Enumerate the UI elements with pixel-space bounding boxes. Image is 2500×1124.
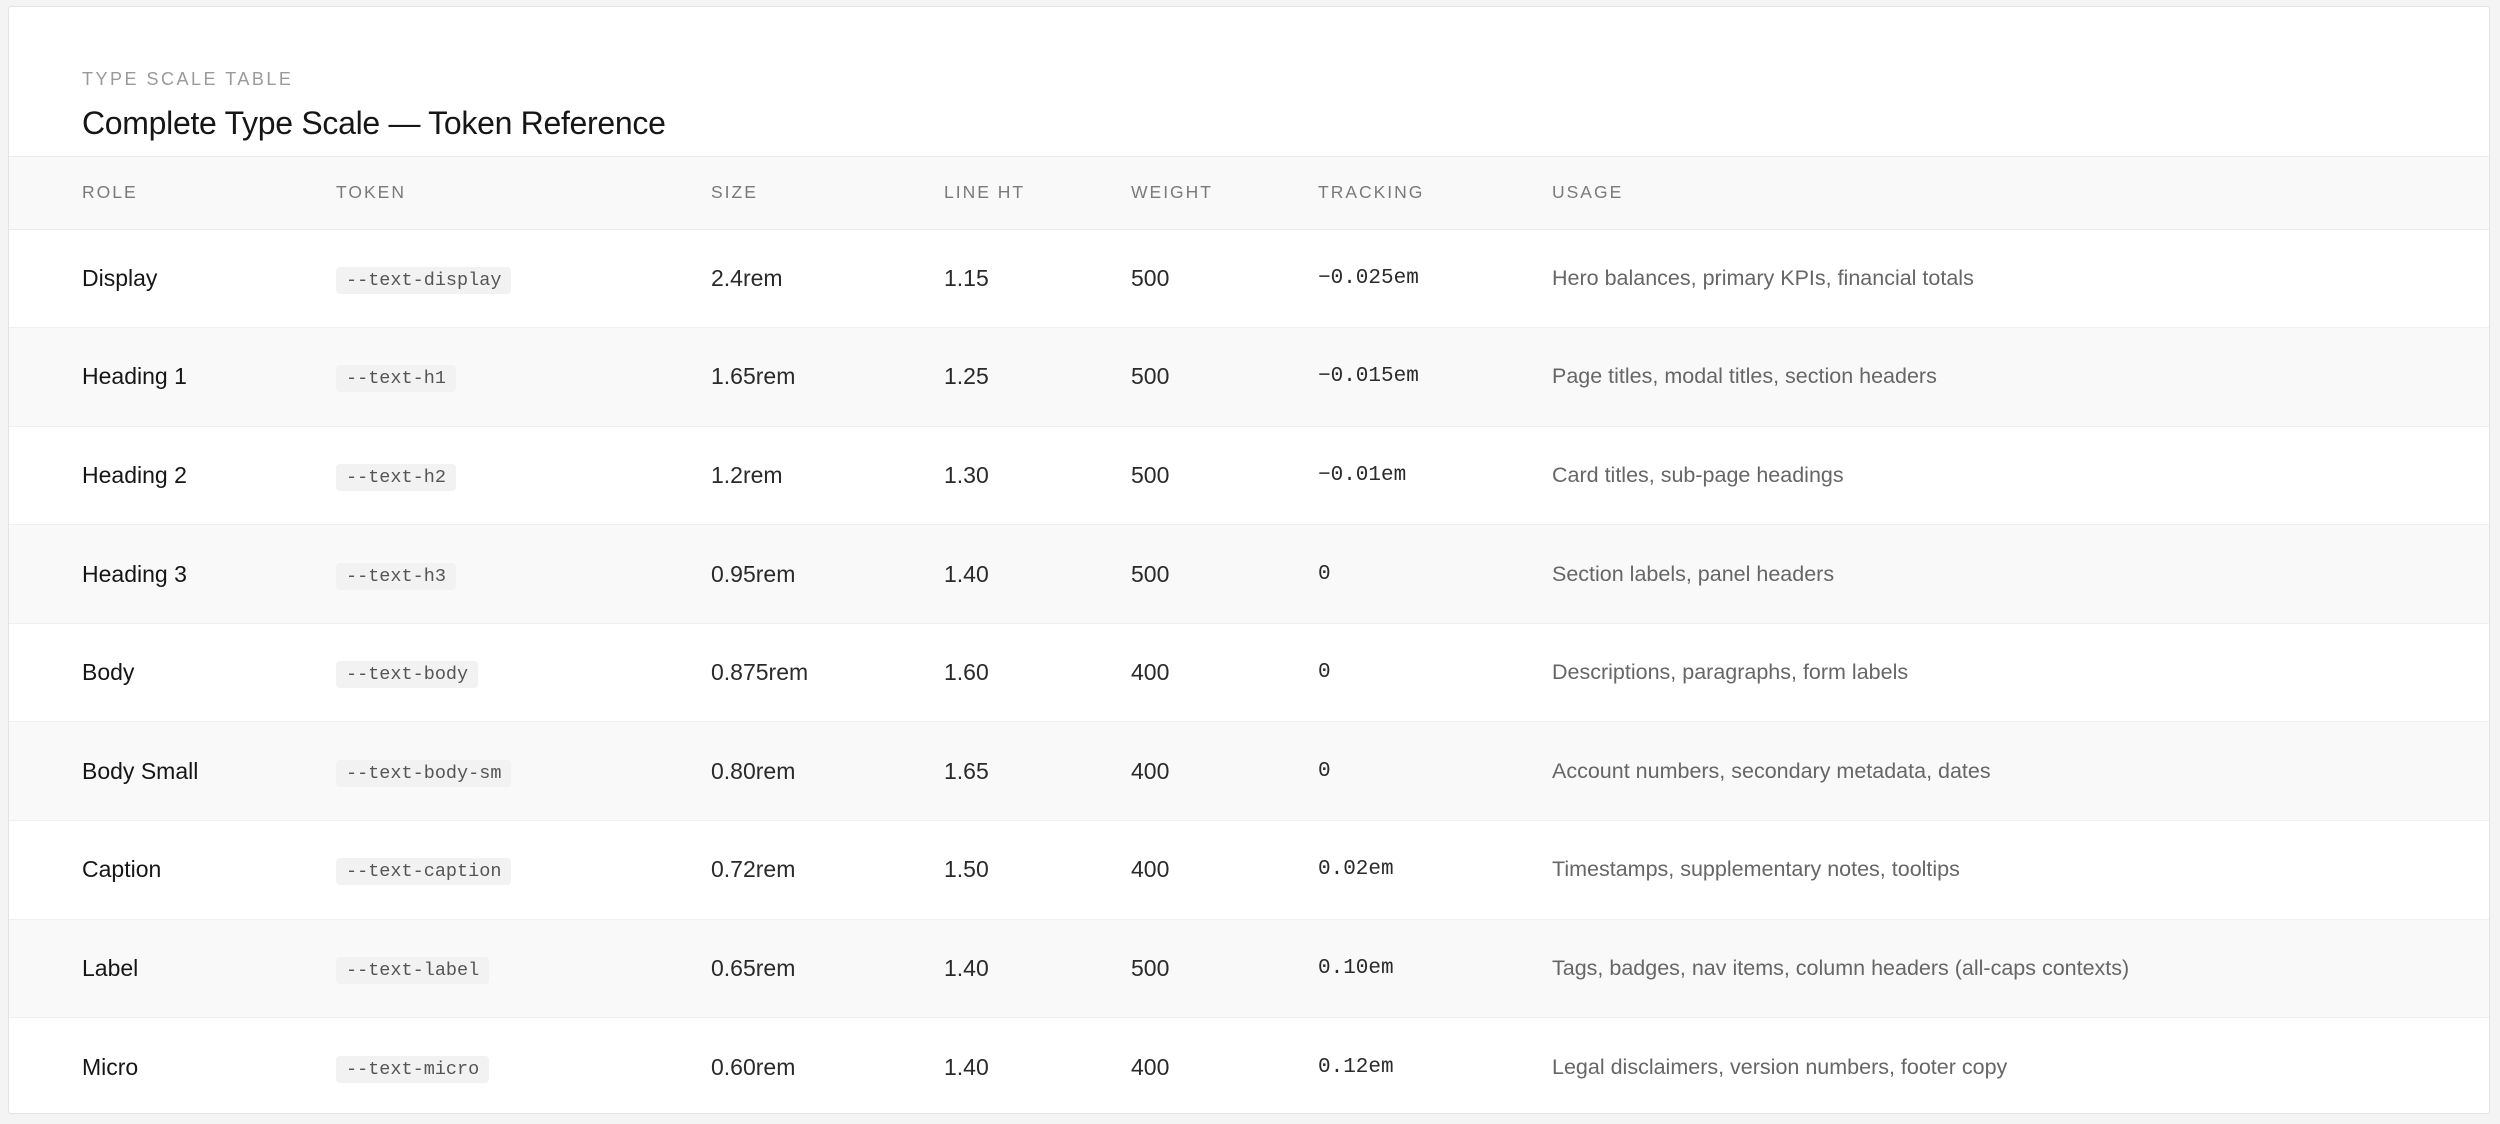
cell-tracking: −0.025em	[1318, 266, 1419, 290]
cell-usage: Hero balances, primary KPIs, financial t…	[1552, 265, 1974, 290]
cell-role: Display	[82, 264, 158, 291]
cell-usage: Descriptions, paragraphs, form labels	[1552, 660, 1909, 685]
table-row: Heading 3 --text-h3 0.95rem 1.40 500 0 S…	[9, 524, 2489, 624]
column-header-line-height: LINE HT	[944, 182, 1026, 203]
cell-usage: Card titles, sub-page headings	[1552, 462, 1844, 487]
cell-weight: 500	[1131, 461, 1170, 488]
cell-usage: Timestamps, supplementary notes, tooltip…	[1552, 857, 1960, 882]
cell-usage: Legal disclaimers, version numbers, foot…	[1552, 1054, 2008, 1079]
cell-line-height: 1.50	[944, 856, 989, 883]
cell-role: Caption	[82, 856, 162, 883]
cell-size: 0.65rem	[711, 954, 796, 981]
cell-token: --text-h2	[336, 426, 711, 525]
cell-size: 0.60rem	[711, 1053, 796, 1080]
token-chip: --text-h1	[336, 365, 456, 393]
cell-tracking: 0	[1318, 562, 1331, 586]
cell-weight: 500	[1131, 954, 1170, 981]
column-header-size: SIZE	[711, 182, 758, 203]
cell-usage: Page titles, modal titles, section heade…	[1552, 364, 1937, 389]
card-header: TYPE SCALE TABLE Complete Type Scale — T…	[9, 7, 2489, 157]
table-row: Display --text-display 2.4rem 1.15 500 −…	[9, 229, 2489, 328]
cell-size: 2.4rem	[711, 264, 783, 291]
cell-weight: 400	[1131, 757, 1170, 784]
table-header-row: ROLE TOKEN SIZE LINE HT WEIGHT TRACKING …	[9, 157, 2489, 229]
cell-line-height: 1.25	[944, 363, 989, 390]
cell-size: 1.65rem	[711, 363, 796, 390]
token-chip: --text-h2	[336, 463, 456, 491]
column-header-tracking: TRACKING	[1318, 182, 1425, 203]
token-chip: --text-caption	[336, 858, 512, 886]
cell-weight: 500	[1131, 560, 1170, 587]
cell-size: 1.2rem	[711, 461, 783, 488]
cell-token: --text-label	[336, 919, 711, 1018]
cell-line-height: 1.60	[944, 659, 989, 686]
type-scale-table: ROLE TOKEN SIZE LINE HT WEIGHT TRACKING …	[9, 157, 2489, 1113]
cell-line-height: 1.40	[944, 954, 989, 981]
column-header-role: ROLE	[82, 182, 138, 203]
table-row: Body Small --text-body-sm 0.80rem 1.65 4…	[9, 721, 2489, 821]
table-body: Display --text-display 2.4rem 1.15 500 −…	[9, 229, 2489, 1113]
token-chip: --text-label	[336, 956, 490, 984]
eyebrow-label: TYPE SCALE TABLE	[82, 69, 294, 89]
cell-usage: Account numbers, secondary metadata, dat…	[1552, 758, 1991, 783]
table-row: Caption --text-caption 0.72rem 1.50 400 …	[9, 821, 2489, 920]
cell-line-height: 1.65	[944, 757, 989, 784]
cell-tracking: 0.02em	[1318, 858, 1394, 882]
cell-weight: 500	[1131, 363, 1170, 390]
type-scale-card: TYPE SCALE TABLE Complete Type Scale — T…	[8, 6, 2490, 1114]
cell-line-height: 1.40	[944, 1053, 989, 1080]
cell-token: --text-h3	[336, 525, 711, 624]
cell-size: 0.72rem	[711, 856, 796, 883]
cell-token: --text-body-sm	[336, 722, 711, 821]
cell-role: Body	[82, 659, 135, 686]
cell-tracking: −0.015em	[1318, 365, 1419, 389]
card-title: Complete Type Scale — Token Reference	[82, 105, 666, 141]
token-chip: --text-h3	[336, 562, 456, 590]
cell-role: Body Small	[82, 757, 199, 784]
cell-token: --text-body	[336, 623, 711, 722]
token-chip: --text-body	[336, 661, 479, 689]
column-header-token: TOKEN	[336, 182, 406, 203]
cell-tracking: 0	[1318, 759, 1331, 783]
token-chip: --text-body-sm	[336, 759, 512, 787]
cell-role: Heading 1	[82, 363, 187, 390]
token-chip: --text-micro	[336, 1055, 490, 1083]
cell-role: Heading 2	[82, 461, 187, 488]
cell-weight: 400	[1131, 856, 1170, 883]
column-header-usage: USAGE	[1552, 182, 1624, 203]
cell-weight: 400	[1131, 659, 1170, 686]
cell-token: --text-h1	[336, 328, 711, 427]
table-row: Micro --text-micro 0.60rem 1.40 400 0.12…	[9, 1018, 2489, 1113]
cell-token: --text-display	[336, 229, 711, 328]
cell-size: 0.80rem	[711, 757, 796, 784]
cell-line-height: 1.30	[944, 461, 989, 488]
cell-tracking: 0.12em	[1318, 1055, 1394, 1079]
cell-role: Heading 3	[82, 560, 187, 587]
cell-line-height: 1.15	[944, 264, 989, 291]
cell-size: 0.95rem	[711, 560, 796, 587]
cell-tracking: −0.01em	[1318, 463, 1407, 487]
cell-line-height: 1.40	[944, 560, 989, 587]
cell-token: --text-micro	[336, 1018, 711, 1113]
table-row: Heading 2 --text-h2 1.2rem 1.30 500 −0.0…	[9, 426, 2489, 525]
cell-tracking: 0.10em	[1318, 956, 1394, 980]
cell-token: --text-caption	[336, 821, 711, 920]
table-row: Heading 1 --text-h1 1.65rem 1.25 500 −0.…	[9, 327, 2489, 427]
table-row: Label --text-label 0.65rem 1.40 500 0.10…	[9, 919, 2489, 1018]
column-header-weight: WEIGHT	[1131, 182, 1213, 203]
cell-role: Micro	[82, 1053, 139, 1080]
cell-size: 0.875rem	[711, 659, 809, 686]
table-header: ROLE TOKEN SIZE LINE HT WEIGHT TRACKING …	[9, 157, 2489, 229]
cell-weight: 500	[1131, 264, 1170, 291]
cell-usage: Section labels, panel headers	[1552, 561, 1835, 586]
cell-weight: 400	[1131, 1053, 1170, 1080]
cell-usage: Tags, badges, nav items, column headers …	[1552, 955, 2130, 980]
cell-role: Label	[82, 954, 139, 981]
table-row: Body --text-body 0.875rem 1.60 400 0 Des…	[9, 623, 2489, 722]
token-chip: --text-display	[336, 266, 512, 294]
cell-tracking: 0	[1318, 661, 1331, 685]
